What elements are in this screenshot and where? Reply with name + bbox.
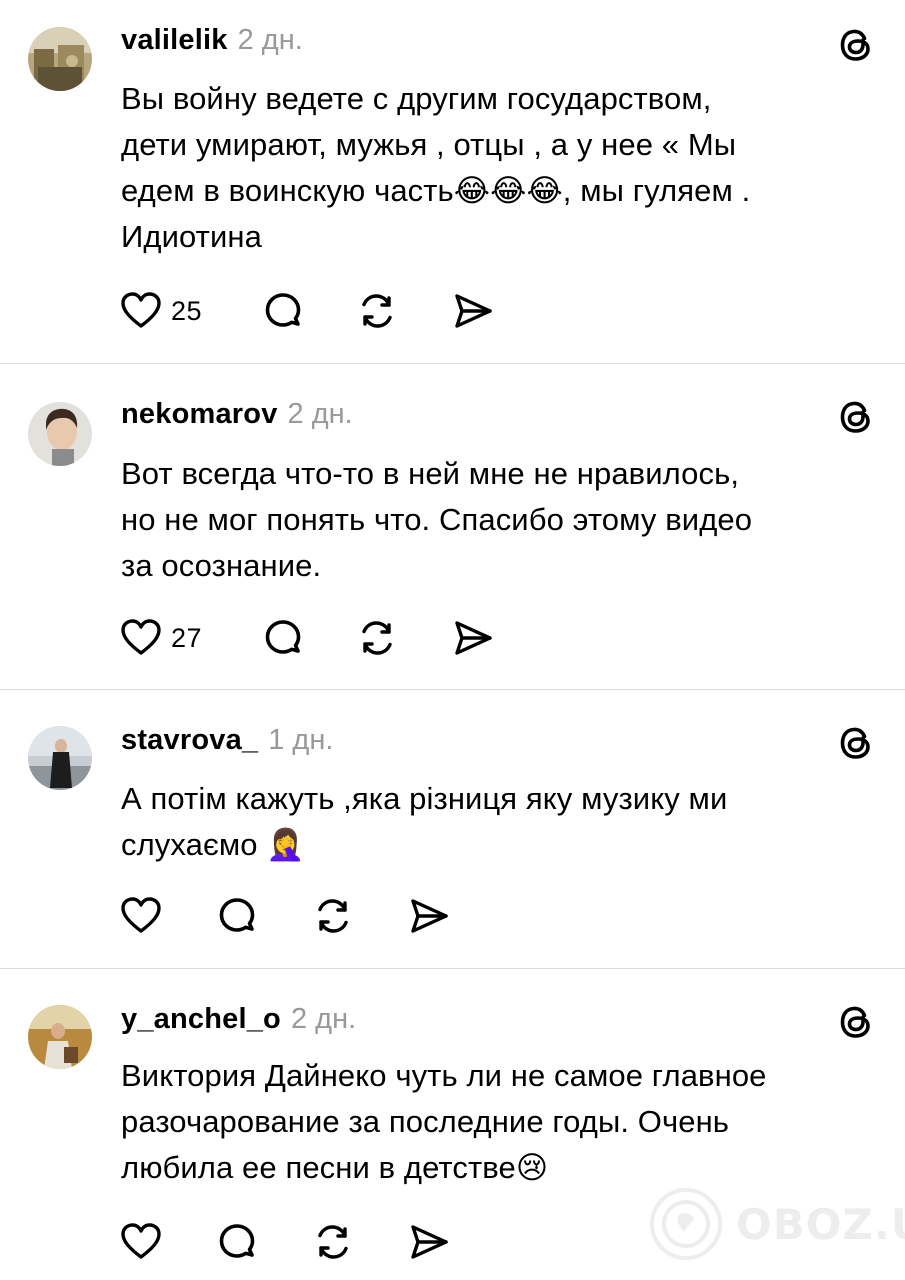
heart-icon bbox=[121, 897, 161, 933]
repost-icon bbox=[318, 1225, 348, 1259]
post-text-line: Виктория Дайнеко чуть ли не самое главно… bbox=[121, 1058, 767, 1093]
post-text: Виктория Дайнеко чуть ли не самое главно… bbox=[121, 1053, 881, 1191]
action-bar bbox=[119, 1218, 451, 1266]
repost-button[interactable] bbox=[355, 287, 451, 335]
like-button[interactable]: 25 bbox=[119, 287, 215, 335]
send-icon bbox=[455, 294, 492, 328]
like-button[interactable]: 27 bbox=[119, 614, 215, 662]
post-nekomarov: nekomarov 2 дн. Вот всегда что-то в ней … bbox=[0, 364, 905, 690]
like-count: 27 bbox=[171, 622, 203, 653]
threads-logo-icon[interactable] bbox=[835, 1001, 877, 1043]
post-text: А потім кажуть ,яка різниця яку музику м… bbox=[121, 776, 881, 868]
avatar[interactable] bbox=[28, 1005, 92, 1069]
share-button[interactable] bbox=[451, 614, 495, 662]
post-text-line: А потім кажуть ,яка різниця яку музику м… bbox=[121, 781, 728, 816]
send-icon bbox=[411, 1225, 448, 1259]
post-text-line: слухаємо 🤦‍♀️ bbox=[121, 827, 306, 862]
repost-button[interactable] bbox=[311, 892, 407, 940]
post-valilelik: valilelik 2 дн. Вы войну ведете с другим… bbox=[0, 0, 905, 364]
heart-icon bbox=[121, 1223, 161, 1259]
post-stavrova: stavrova_ 1 дн. А потім кажуть ,яка різн… bbox=[0, 690, 905, 969]
share-button[interactable] bbox=[451, 287, 495, 335]
send-icon bbox=[455, 621, 492, 655]
post-text: Вы войну ведете с другим государством, д… bbox=[121, 76, 881, 260]
post-text-line: дети умирают, мужья , отцы , а у нее « М… bbox=[121, 127, 737, 162]
username[interactable]: stavrova_ bbox=[121, 724, 258, 757]
threads-logo-icon[interactable] bbox=[835, 722, 877, 764]
comment-bubble-icon bbox=[219, 898, 255, 932]
post-time: 2 дн. bbox=[290, 1003, 357, 1035]
post-header: stavrova_ 1 дн. bbox=[121, 724, 333, 764]
watermark: OBOZ.UA bbox=[648, 1186, 905, 1262]
action-bar bbox=[119, 892, 451, 940]
avatar[interactable] bbox=[28, 402, 92, 466]
post-text-line: разочарование за последние годы. Очень bbox=[121, 1104, 730, 1139]
reply-button[interactable] bbox=[261, 614, 355, 662]
post-time: 1 дн. bbox=[268, 724, 334, 756]
comment-bubble-icon bbox=[265, 620, 301, 654]
reply-button[interactable] bbox=[261, 287, 355, 335]
repost-icon bbox=[318, 899, 348, 933]
share-button[interactable] bbox=[407, 1218, 451, 1266]
repost-button[interactable] bbox=[311, 1218, 407, 1266]
reply-button[interactable] bbox=[215, 892, 311, 940]
action-bar: 25 bbox=[119, 287, 495, 335]
post-header: y_anchel_o 2 дн. bbox=[121, 1003, 356, 1043]
share-button[interactable] bbox=[407, 892, 451, 940]
repost-icon bbox=[362, 294, 392, 328]
heart-icon bbox=[121, 292, 161, 328]
globe-logo-icon bbox=[650, 1188, 722, 1260]
username[interactable]: nekomarov bbox=[121, 398, 278, 431]
like-button[interactable] bbox=[119, 1218, 215, 1266]
action-bar: 27 bbox=[119, 614, 495, 662]
post-header: valilelik 2 дн. bbox=[121, 24, 303, 64]
post-text-line: за осознание. bbox=[121, 548, 322, 583]
heart-icon bbox=[121, 619, 161, 655]
post-text-line: любила ее песни в детстве😢 bbox=[121, 1150, 549, 1185]
avatar[interactable] bbox=[28, 27, 92, 91]
comment-bubble-icon bbox=[219, 1224, 255, 1258]
threads-logo-icon[interactable] bbox=[835, 396, 877, 438]
post-text-line: Вот всегда что-то в ней мне не нравилось… bbox=[121, 456, 740, 491]
like-button[interactable] bbox=[119, 892, 215, 940]
username[interactable]: valilelik bbox=[121, 24, 228, 57]
threads-logo-icon[interactable] bbox=[835, 24, 877, 66]
post-text-line: Вы войну ведете с другим государством, bbox=[121, 81, 712, 116]
post-header: nekomarov 2 дн. bbox=[121, 398, 353, 438]
username[interactable]: y_anchel_o bbox=[121, 1003, 281, 1036]
reply-button[interactable] bbox=[215, 1218, 311, 1266]
send-icon bbox=[411, 899, 448, 933]
avatar[interactable] bbox=[28, 726, 92, 790]
comment-bubble-icon bbox=[265, 293, 301, 327]
post-text-line: но не мог понять что. Спасибо этому виде… bbox=[121, 502, 753, 537]
repost-icon bbox=[362, 621, 392, 655]
post-text-line: Идиотина bbox=[121, 219, 262, 254]
like-count: 25 bbox=[171, 295, 203, 326]
post-text: Вот всегда что-то в ней мне не нравилось… bbox=[121, 451, 881, 589]
watermark-text: OBOZ.UA bbox=[736, 1199, 905, 1249]
post-text-line: едем в воинскую часть😂😂😂, мы гуляем . bbox=[121, 173, 751, 208]
repost-button[interactable] bbox=[355, 614, 451, 662]
post-time: 2 дн. bbox=[237, 24, 303, 56]
post-time: 2 дн. bbox=[287, 398, 353, 430]
